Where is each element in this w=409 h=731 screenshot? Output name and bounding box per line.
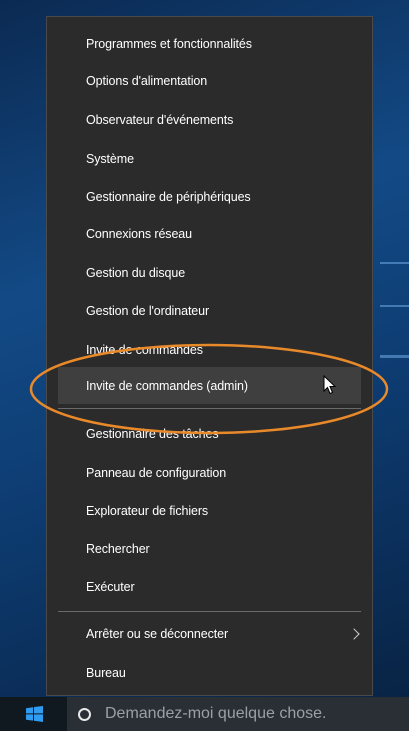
- menu-item-shutdown-signout[interactable]: Arrêter ou se déconnecter: [47, 615, 372, 652]
- menu-item-label: Système: [86, 151, 134, 166]
- menu-item-event-viewer[interactable]: Observateur d'événements: [47, 101, 372, 138]
- menu-item-label: Connexions réseau: [86, 226, 193, 241]
- menu-item-label: Arrêter ou se déconnecter: [86, 626, 229, 641]
- cortana-search-box[interactable]: Demandez-moi quelque chose.: [67, 697, 409, 731]
- menu-item-desktop[interactable]: Bureau: [47, 654, 372, 691]
- menu-item-label: Bureau: [86, 665, 126, 680]
- menu-item-file-explorer[interactable]: Explorateur de fichiers: [47, 492, 372, 529]
- menu-item-label: Programmes et fonctionnalités: [86, 36, 252, 51]
- desktop-streak: [380, 262, 409, 264]
- menu-item-label: Explorateur de fichiers: [86, 503, 209, 518]
- menu-item-system[interactable]: Système: [47, 140, 372, 177]
- taskbar: Demandez-moi quelque chose.: [0, 697, 409, 731]
- cortana-icon: [78, 707, 91, 721]
- menu-item-run[interactable]: Exécuter: [47, 568, 372, 605]
- menu-item-label: Rechercher: [86, 541, 150, 556]
- desktop-streak: [380, 305, 409, 307]
- search-placeholder: Demandez-moi quelque chose.: [105, 705, 327, 722]
- windows-start-icon[interactable]: [26, 706, 43, 722]
- menu-item-label: Gestionnaire de périphériques: [86, 189, 251, 204]
- menu-item-label: Panneau de configuration: [86, 465, 227, 480]
- menu-item-computer-management[interactable]: Gestion de l'ordinateur: [47, 292, 372, 329]
- menu-item-device-manager[interactable]: Gestionnaire de périphériques: [47, 178, 372, 215]
- menu-item-network-connections[interactable]: Connexions réseau: [47, 215, 372, 252]
- menu-item-label: Gestion de l'ordinateur: [86, 303, 210, 318]
- menu-item-label: Options d'alimentation: [86, 73, 208, 88]
- chevron-right-icon: [348, 627, 360, 640]
- menu-item-search[interactable]: Rechercher: [47, 530, 372, 567]
- menu-item-label: Exécuter: [86, 579, 135, 594]
- menu-item-disk-management[interactable]: Gestion du disque: [47, 254, 372, 291]
- menu-item-label: Observateur d'événements: [86, 112, 234, 127]
- highlight-ellipse: [29, 343, 389, 435]
- menu-item-label: Gestion du disque: [86, 265, 186, 280]
- menu-item-power-options[interactable]: Options d'alimentation: [47, 62, 372, 99]
- menu-separator: [58, 611, 361, 612]
- menu-item-programs-features[interactable]: Programmes et fonctionnalités: [47, 25, 372, 62]
- menu-item-control-panel[interactable]: Panneau de configuration: [47, 454, 372, 491]
